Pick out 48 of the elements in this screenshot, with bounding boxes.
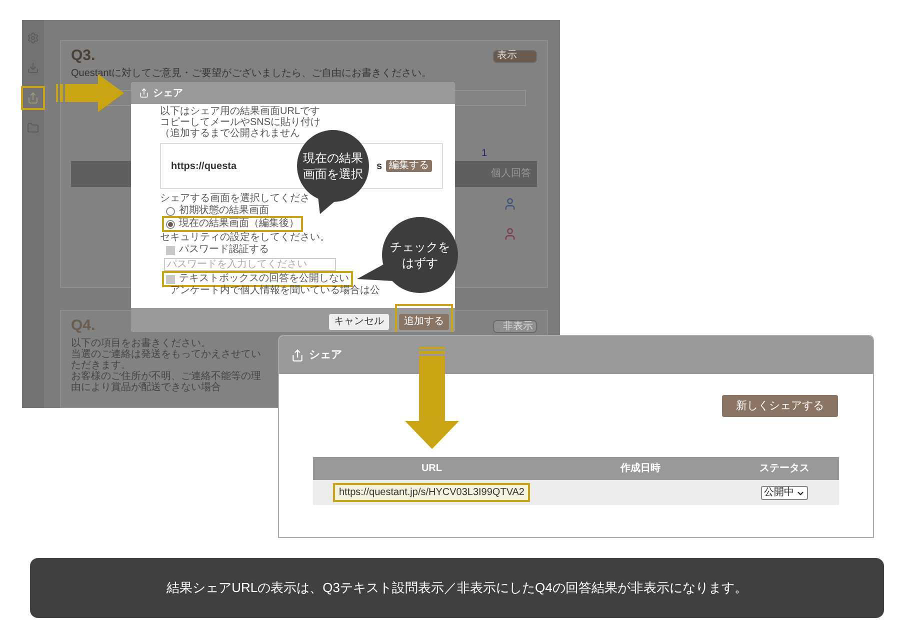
share-icon [139,88,149,98]
panel-title: シェア [309,348,342,363]
cancel-button[interactable]: キャンセル [329,314,389,330]
checkbox-label: パスワード認証する [179,244,269,256]
intro-text: コピーしてメールやSNSに貼り付け [160,117,322,128]
url-text: s [376,160,382,174]
intro-text: （追加するまで公開されません [160,128,301,139]
intro-text: 以下はシェア用の結果画面URLです [160,106,322,117]
person-icon[interactable] [503,226,517,240]
section-label: セキュリティの設定をしてください。 [160,232,330,244]
radio-button[interactable] [166,220,175,228]
person-icon[interactable] [503,196,517,210]
url-text: https://questa [171,160,237,174]
share-icon[interactable] [27,92,39,104]
url-text: https://questant.jp/s/HYCV03L3I99QTVA2 [333,483,530,502]
question-text: 以下の項目をお書きください。 [71,338,212,349]
count-text: 1 [481,146,487,160]
column-header: ステータス [730,457,839,480]
question-text: Questantに対してご意見・ご要望がございましたら、ご自由にお書きください。 [71,68,433,80]
add-button[interactable]: 追加する [399,314,449,330]
caption-text: 結果シェアURLの表示は、Q3テキスト設問表示／非表示にしたQ4の回答結果が非表示になります。 [166,579,748,598]
column-header: URL [313,457,550,480]
password-field[interactable]: パスワードを入力してください [164,258,336,271]
toggle-label: 非表示 [502,322,534,332]
edit-button[interactable]: 編集する [386,160,432,172]
radio-label: 現在の結果画面（編集後） [179,218,299,230]
radio-label: 初期状態の結果画面 [179,205,269,217]
down-arrow-icon [405,347,459,449]
checkbox[interactable] [166,274,175,284]
radio-button[interactable] [166,206,175,216]
new-share-button[interactable]: 新しくシェアする [722,395,838,417]
toggle-label: 表示 [496,51,518,62]
status-select[interactable]: 公開中 [761,486,808,500]
note-text: アンケート内で個人情報を聞いている場合は公 [169,285,380,296]
column-header: 個人回答 [491,167,531,181]
dialog-title: シェア [153,86,183,100]
checkbox-label: テキストボックスの回答を公開しない [179,273,349,284]
question-text: お客様のご住所が不明、ご連絡不能等の理由により賞品が配送できない場合 [71,370,261,393]
callout-text: 現在の結果 画面を選択 [302,150,364,182]
callout-text: チェックを はずす [389,239,451,271]
toggle-switch[interactable]: 非表示 [493,320,537,334]
column-header: 作成日時 [550,457,730,480]
toggle-switch[interactable]: 表示 [493,50,537,63]
question-number: Q3. [71,46,96,66]
question-text: 当選のご連絡は発送をもってかえさせていただきます。 [71,348,261,371]
checkbox[interactable] [166,246,175,254]
share-icon [291,348,304,362]
section-label: シェアする画面を選択してくださ [160,193,310,204]
